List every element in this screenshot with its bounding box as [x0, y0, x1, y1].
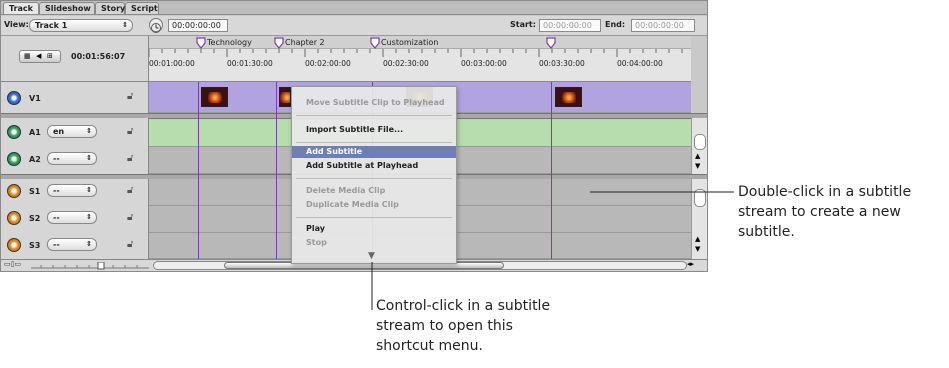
- caption-line: Control-click in a subtitle: [376, 298, 551, 314]
- caption-line: shortcut menu.: [376, 338, 483, 354]
- caption-line: stream to open this: [376, 318, 513, 334]
- caption-line: Double-click in a subtitle: [738, 184, 912, 200]
- caption-line: stream to create a new: [738, 204, 901, 220]
- caption-line: subtitle.: [738, 224, 795, 240]
- caption-double-click: Double-click in a subtitle stream to cre…: [738, 182, 948, 242]
- caption-control-click: Control-click in a subtitle stream to op…: [376, 296, 616, 356]
